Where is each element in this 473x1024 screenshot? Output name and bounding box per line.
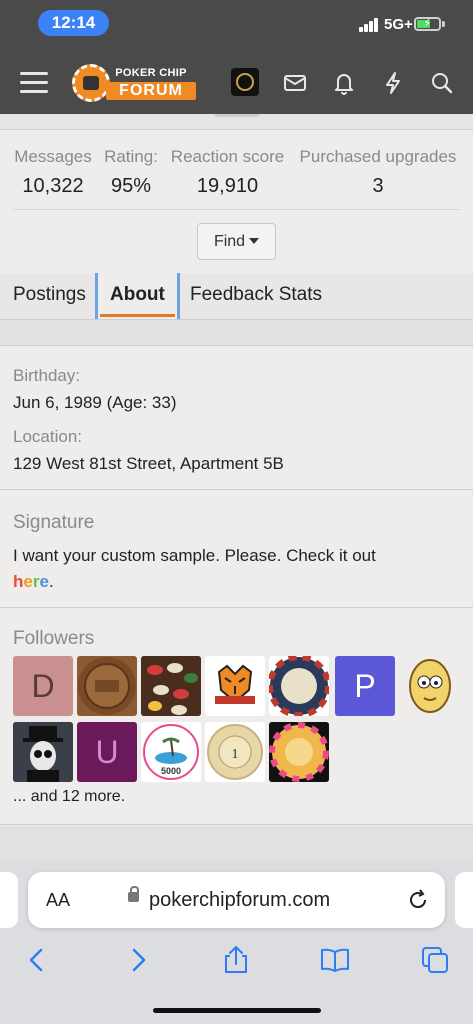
follower-avatar[interactable] [141,656,201,716]
section-gap [0,826,473,866]
find-button[interactable]: Find [197,223,276,260]
stat-rating[interactable]: Rating: 95% [102,147,160,198]
find-button-label: Find [213,233,246,250]
location-value[interactable]: 129 West 81st Street, Apartment 5B [13,454,284,474]
profile-tabs: Postings About Feedback Stats [0,273,473,320]
follower-avatar[interactable] [13,722,73,782]
bell-icon[interactable] [331,70,357,96]
url-text[interactable]: pokerchipforum.com [149,889,330,912]
follower-avatar[interactable] [205,656,265,716]
svg-text:1: 1 [232,747,239,762]
network-label: 5G+ [384,16,413,33]
birthday-value: Jun 6, 1989 (Age: 33) [13,393,177,412]
battery-cap [442,21,445,27]
stat-value: 19,910 [196,175,259,197]
search-icon[interactable] [429,70,455,96]
stat-purchased-upgrades[interactable]: Purchased upgrades 3 [296,147,460,198]
follower-avatar[interactable] [269,722,329,782]
mail-icon[interactable] [282,70,308,96]
stat-messages[interactable]: Messages 10,322 [13,147,93,198]
follower-avatar[interactable] [269,656,329,716]
skull-top-hat-icon [13,722,73,782]
wooden-chip-case-icon [78,657,136,715]
logo-text-top: POKER CHIP [115,67,187,79]
colorful-chip-icon [269,722,329,782]
bolt-icon[interactable] [380,70,406,96]
stat-label: Rating: [104,147,158,166]
tabs-icon[interactable] [419,944,451,976]
section-gap [0,320,473,346]
tab-postings[interactable]: Postings [13,273,86,319]
reload-icon[interactable] [406,888,430,912]
caret-down-icon [249,238,260,244]
back-icon[interactable] [21,944,53,976]
site-logo[interactable]: POKER CHIP FORUM [72,64,196,102]
status-bar: 12:14 5G+ ⚡ [0,0,473,52]
follower-avatar[interactable] [77,656,137,716]
tab-feedback-stats[interactable]: Feedback Stats [190,273,322,319]
divider [13,209,460,210]
stat-reaction-score[interactable]: Reaction score 19,910 [168,147,287,198]
browser-toolbar: AA pokerchipforum.com [0,862,473,1024]
followers-section: Followers D P U 5000 1 ... and 12 more. [0,609,473,825]
bookmarks-icon[interactable] [319,944,351,976]
svg-text:5000: 5000 [161,766,181,776]
signal-icon [359,18,381,32]
lock-icon [128,886,139,905]
about-section: Birthday: Jun 6, 1989 (Age: 33) Location… [0,347,473,490]
user-avatar[interactable] [231,68,259,96]
collapsed-section-strip [0,114,473,130]
signature-body: I want your custom sample. Please. Check… [13,546,376,565]
follower-avatar[interactable]: 1 [205,722,265,782]
follower-avatar[interactable] [400,656,460,716]
share-icon[interactable] [220,944,252,976]
stat-label: Messages [14,147,92,166]
cartoon-face-icon [409,659,451,713]
forward-icon[interactable] [122,944,154,976]
texas-gambler-chip-icon [269,656,329,716]
followers-heading: Followers [13,628,95,649]
signature-link[interactable]: here [13,572,49,591]
logo-text-bottom: FORUM [106,82,196,100]
more-followers-link[interactable]: ... and 12 more. [13,788,125,806]
birthday-label: Birthday: [13,366,81,385]
signature-section: Signature I want your custom sample. Ple… [0,491,473,608]
follower-avatar[interactable]: P [335,656,395,716]
status-time: 12:14 [38,10,109,36]
stat-value: 95% [110,175,152,197]
signature-trailing: . [48,572,54,591]
stat-value: 10,322 [22,175,84,197]
follower-avatar[interactable]: U [77,722,137,782]
app-header: POKER CHIP FORUM [0,52,473,114]
royal-hawaiian-chip-icon: 5000 [141,722,201,782]
follower-avatar[interactable]: D [13,656,73,716]
member-stats: Messages 10,322 Rating: 95% Reaction sco… [0,131,473,273]
prev-tab-card[interactable] [0,872,18,928]
tab-about[interactable]: About [95,273,180,319]
stat-value: 3 [372,175,384,197]
signature-text: I want your custom sample. Please. Check… [13,543,463,595]
signature-heading: Signature [13,512,95,533]
roulette-chip-icon: 1 [205,722,265,782]
stat-label: Purchased upgrades [299,147,457,166]
reader-settings-button[interactable]: AA [46,890,70,911]
follower-avatar[interactable]: 5000 [141,722,201,782]
battery-icon: ⚡ [414,16,441,31]
tiger-logo-icon [205,656,265,716]
menu-icon[interactable] [20,70,48,94]
chip-stacks-icon [141,656,201,716]
address-bar[interactable]: AA pokerchipforum.com [28,872,445,928]
location-label: Location: [13,427,82,446]
chip-logo-icon [72,64,110,102]
next-tab-card[interactable] [455,872,473,928]
stat-label: Reaction score [170,147,285,166]
home-indicator [153,1008,321,1013]
